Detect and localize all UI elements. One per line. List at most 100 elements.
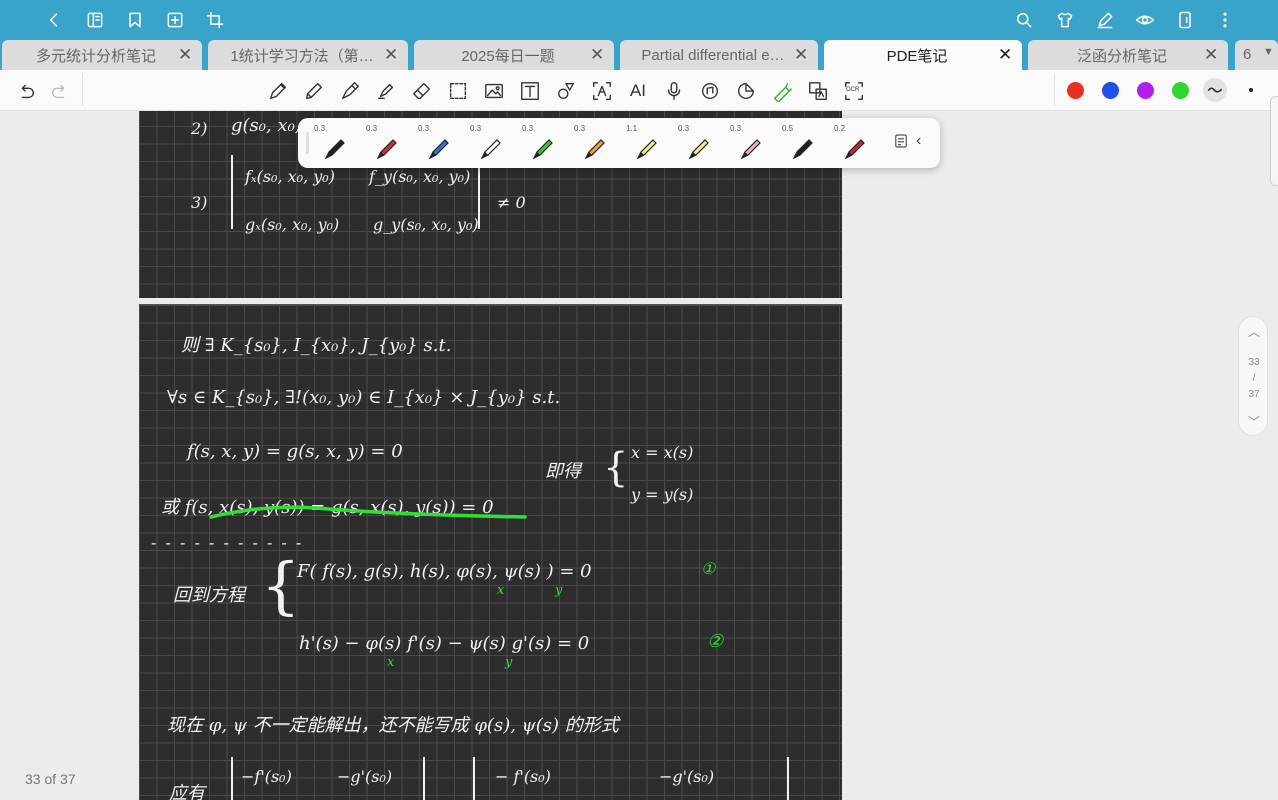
color-red[interactable] — [1067, 82, 1084, 99]
pen-size-label: 0.3 — [418, 124, 430, 133]
pen-size-label: 0.3 — [574, 124, 586, 133]
chevron-down-icon[interactable]: ▼ — [1263, 46, 1274, 58]
pen-preset[interactable]: 0.3 — [572, 122, 616, 166]
close-icon[interactable]: ✕ — [794, 46, 808, 64]
search-icon[interactable] — [1012, 8, 1036, 32]
stroke-style-button[interactable] — [1203, 78, 1227, 102]
brace-icon: { — [603, 445, 629, 491]
pencil-icon[interactable] — [302, 79, 326, 103]
tab-label: 多元统计分析笔记 — [35, 47, 156, 65]
color-green[interactable] — [1172, 82, 1189, 99]
stroke-size-dot[interactable] — [1249, 88, 1253, 92]
crop-icon[interactable] — [203, 8, 227, 32]
page-scroller[interactable]: ︿ 33 / 37 ﹀ — [1238, 316, 1268, 436]
tab-functional-analysis[interactable]: 泛函分析笔记 ✕ — [1028, 40, 1228, 70]
annotation-x: x — [497, 583, 505, 598]
tab-statistical-learning[interactable]: 1统计学习方法（第… ✕ — [208, 40, 408, 70]
tab-multivariate-notes[interactable]: 多元统计分析笔记 ✕ — [2, 40, 202, 70]
note-page[interactable]: 则 ∃ K_{s₀}, I_{x₀}, J_{y₀} s.t. ∀s ∈ K_{… — [139, 304, 842, 800]
lasso-select-icon[interactable] — [446, 79, 470, 103]
handwriting-line: fₓ(s₀, x₀, y₀) — [245, 167, 335, 186]
close-icon[interactable]: ✕ — [998, 46, 1012, 64]
pen-icon — [428, 139, 449, 160]
tab-label: 泛函分析笔记 — [1076, 47, 1167, 65]
close-icon[interactable]: ✕ — [1204, 46, 1218, 64]
laser-pen-icon[interactable] — [770, 79, 794, 103]
handwriting-line: f(s, x, y) = g(s, x, y) = 0 — [187, 441, 403, 462]
handwriting-line: 则 ∃ K_{s₀}, I_{x₀}, J_{y₀} s.t. — [181, 335, 452, 356]
pen-preset[interactable]: 0.5 — [780, 122, 824, 166]
close-icon[interactable]: ✕ — [384, 46, 398, 64]
pen-preset[interactable]: 1.1 — [624, 122, 668, 166]
pen-preset[interactable]: 0.3 — [312, 122, 356, 166]
pen-settings-icon[interactable] — [892, 132, 910, 154]
fountain-pen-icon[interactable] — [338, 79, 362, 103]
color-blue[interactable] — [1102, 82, 1119, 99]
pen-size-label: 0.2 — [834, 124, 846, 133]
shirt-icon[interactable] — [1053, 8, 1077, 32]
image-icon[interactable] — [482, 79, 506, 103]
pen-preset[interactable]: 0.3 — [520, 122, 564, 166]
pen-preset[interactable]: 0.3 — [676, 122, 720, 166]
pen-icon — [740, 139, 761, 160]
back-icon[interactable] — [42, 8, 66, 32]
ai-icon[interactable]: AI — [626, 79, 650, 103]
annotation-y: y — [505, 655, 513, 670]
tab-label: PDE笔记 — [886, 47, 948, 65]
tab-label: Partial differential e… — [641, 46, 785, 64]
bookmark-icon[interactable] — [123, 8, 147, 32]
tab-daily-problem[interactable]: 2025每日一题 ✕ — [414, 40, 614, 70]
document-area[interactable]: 2) g(s₀, x₀, 3) fₓ(s₀, x₀, y₀) f_y(s₀, x… — [0, 111, 1278, 800]
eye-icon[interactable] — [1133, 8, 1157, 32]
microphone-icon[interactable] — [662, 79, 686, 103]
shape-icon[interactable] — [554, 79, 578, 103]
color-purple[interactable] — [1137, 82, 1154, 99]
pen-icon[interactable] — [266, 79, 290, 103]
tab-more[interactable]: 6 ▼ — [1235, 40, 1278, 70]
pen-mode-icon[interactable] — [1093, 8, 1117, 32]
sticker-icon[interactable] — [734, 79, 758, 103]
collapse-icon[interactable]: ‹ — [916, 132, 932, 154]
text-recognize-icon[interactable] — [590, 79, 614, 103]
close-icon[interactable]: ✕ — [178, 46, 192, 64]
chevron-down-icon[interactable]: ﹀ — [1239, 413, 1269, 430]
pen-preset[interactable]: 0.3 — [728, 122, 772, 166]
pen-preset[interactable]: 0.2 — [832, 122, 876, 166]
pen-icon — [584, 139, 605, 160]
tab-pde-book[interactable]: Partial differential e… ✕ — [620, 40, 818, 70]
pen-icon — [532, 139, 553, 160]
tool-bar: AI OCR — [0, 70, 1278, 111]
chevron-up-icon[interactable]: ︿ — [1239, 323, 1269, 340]
pen-preset[interactable]: 0.3 — [364, 122, 408, 166]
pen-presets-panel: 0.3 0.3 0.3 0.3 0.3 0.3 1.1 0.3 0.3 0.5 0.2 ‹ — [298, 118, 940, 168]
pen-icon — [376, 139, 397, 160]
eraser-icon[interactable] — [410, 79, 434, 103]
total-pages: 37 — [1248, 389, 1260, 400]
pen-size-label: 0.5 — [782, 124, 794, 133]
pen-preset[interactable]: 0.3 — [468, 122, 512, 166]
handwriting-line: 3) — [191, 193, 208, 212]
more-icon[interactable] — [1213, 8, 1237, 32]
handwriting-line: 2) — [191, 119, 208, 138]
highlighter-icon[interactable] — [374, 79, 398, 103]
phone-icon[interactable] — [1173, 8, 1197, 32]
pen-icon — [792, 139, 813, 160]
drag-handle[interactable] — [306, 132, 309, 154]
audio-note-icon[interactable] — [698, 79, 722, 103]
side-panel-handle[interactable] — [1270, 96, 1278, 186]
handwriting-line: 应有 — [169, 783, 205, 800]
tab-pde-notes[interactable]: PDE笔记 ✕ — [824, 40, 1022, 70]
text-box-icon[interactable] — [518, 79, 542, 103]
add-page-icon[interactable] — [163, 8, 187, 32]
translate-icon[interactable] — [806, 79, 830, 103]
equation-number: ① — [701, 559, 716, 578]
ocr-icon[interactable]: OCR — [842, 79, 866, 103]
redo-icon[interactable] — [48, 79, 72, 103]
toolbar-divider — [1054, 74, 1055, 106]
book-icon[interactable] — [83, 8, 107, 32]
pen-size-label: 0.3 — [678, 124, 690, 133]
close-icon[interactable]: ✕ — [590, 46, 604, 64]
undo-icon[interactable] — [14, 79, 38, 103]
pen-preset[interactable]: 0.3 — [416, 122, 460, 166]
handwriting-line: −f'(s₀) — [241, 767, 292, 786]
